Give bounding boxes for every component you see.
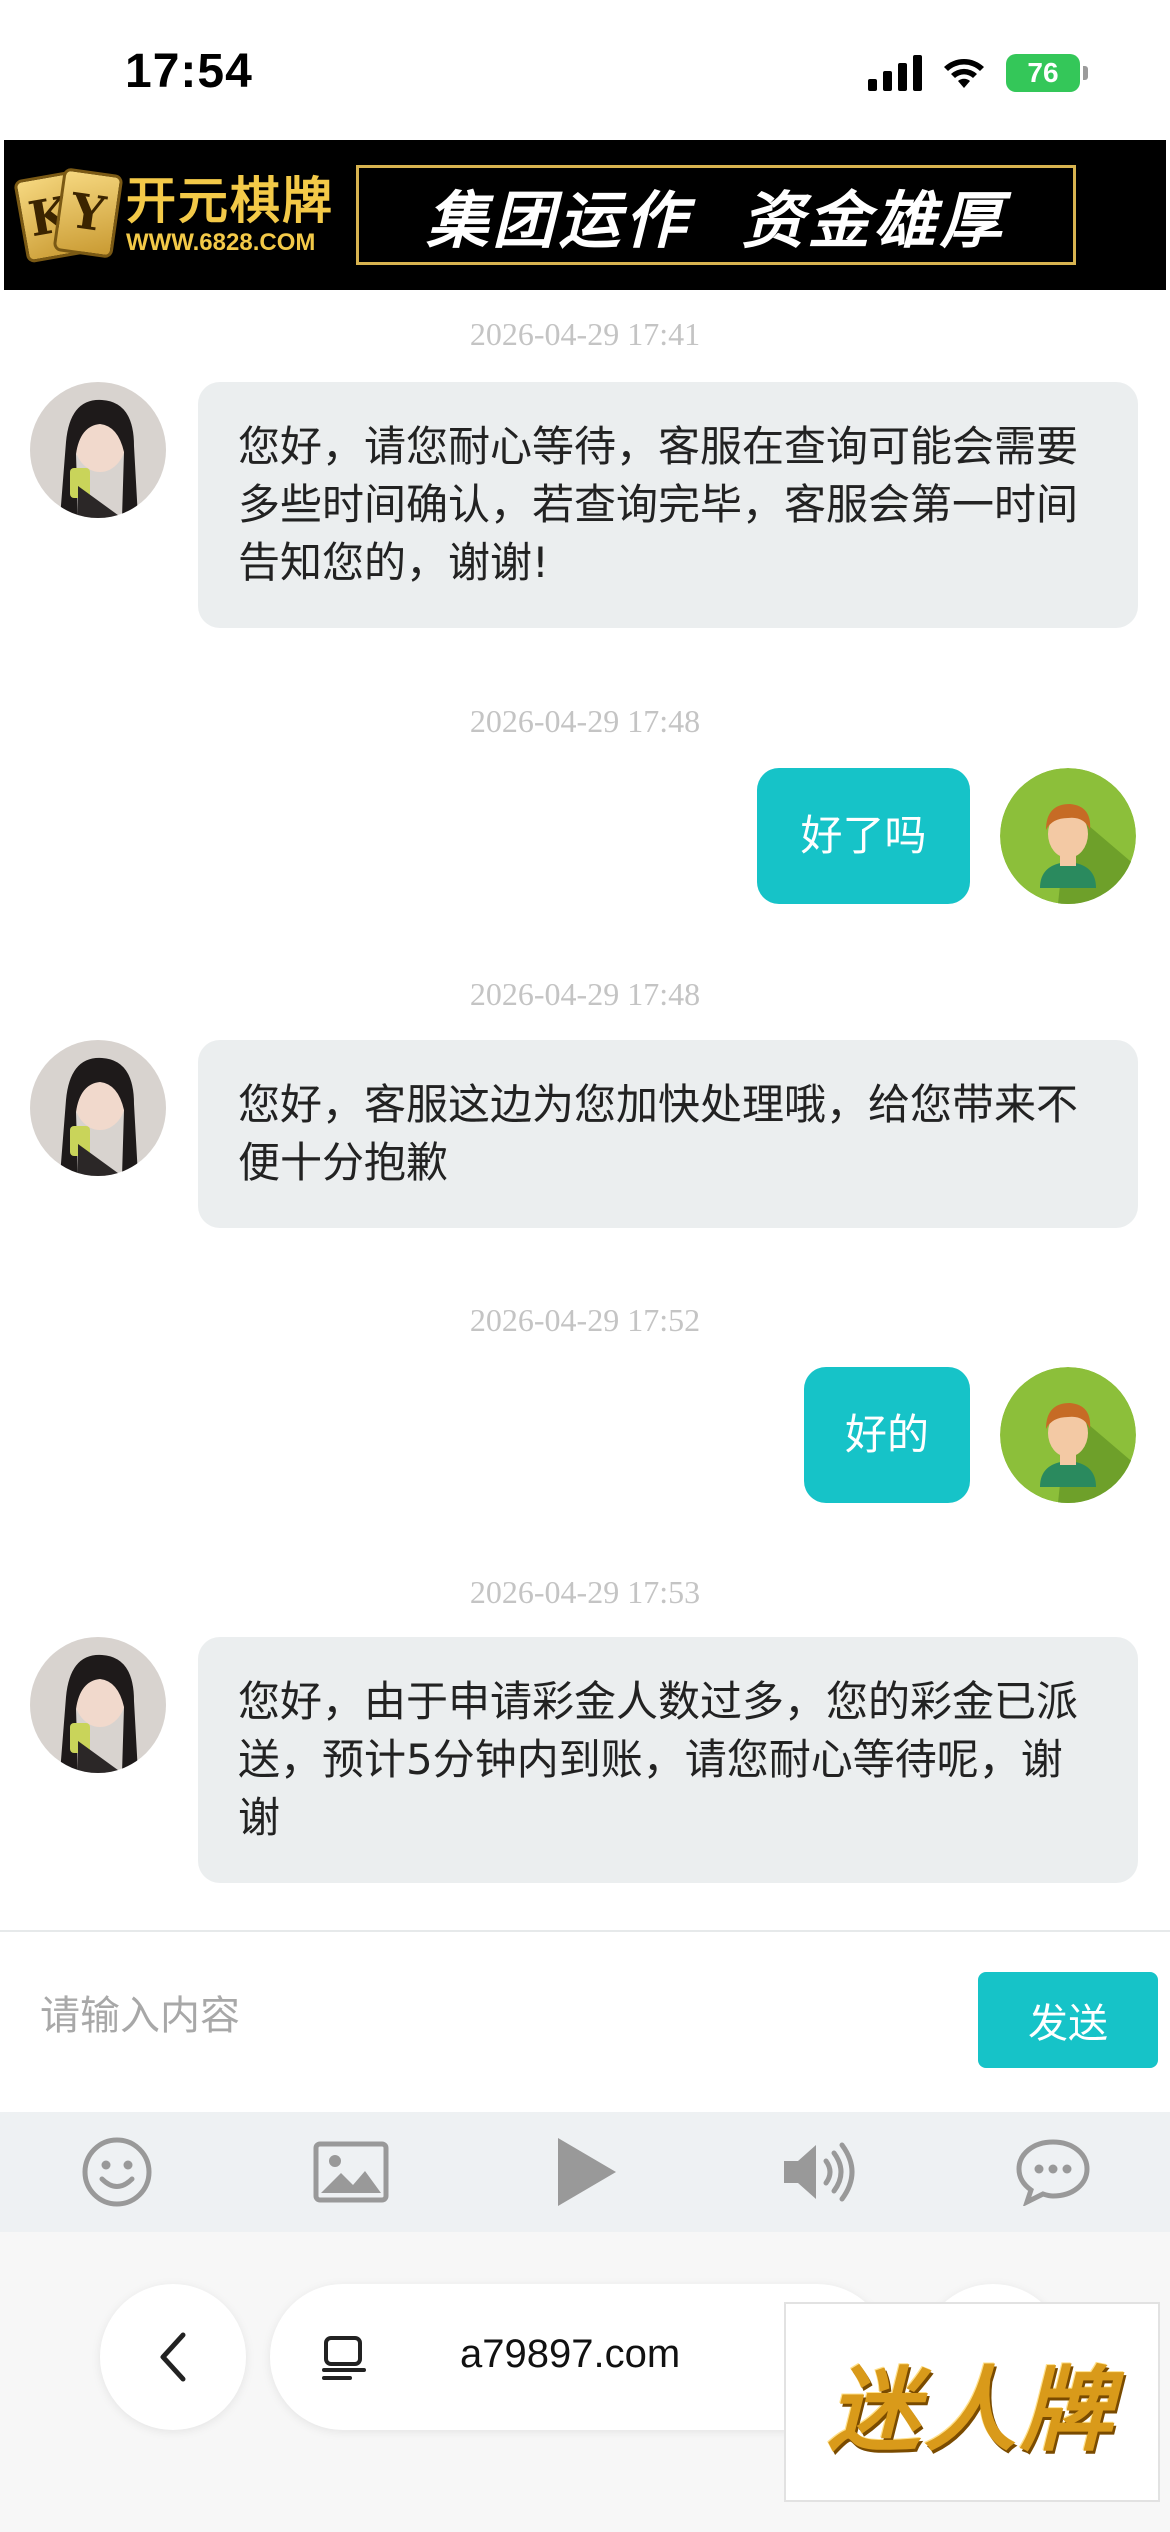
agent-avatar xyxy=(30,1637,166,1773)
ky-cards-icon: K Y xyxy=(13,167,124,264)
ky-logo: K Y 开元棋牌 WWW.6828.COM xyxy=(13,167,334,264)
user-message: 好的 xyxy=(804,1367,970,1503)
banner-slogan: 集团运作 资金雄厚 xyxy=(356,165,1076,265)
ky-card-y: Y xyxy=(52,167,124,259)
message-timestamp: 2026-04-29 17:48 xyxy=(469,976,701,1012)
chat-log[interactable]: 2026-04-29 17:41 您好，请您耐心等待，客服在查询可能会需要多些时… xyxy=(0,290,1170,1930)
agent-avatar xyxy=(30,1040,166,1176)
back-button[interactable] xyxy=(100,2284,246,2430)
message-input[interactable] xyxy=(40,1976,940,2056)
battery-icon: 76 xyxy=(1006,54,1088,92)
message-timestamp: 2026-04-29 17:41 xyxy=(469,316,701,352)
agent-message: 您好，客服这边为您加快处理哦，给您带来不便十分抱歉 xyxy=(198,1040,1138,1228)
emoji-icon[interactable] xyxy=(72,2127,162,2217)
play-icon[interactable] xyxy=(540,2127,630,2217)
composer: 发送 xyxy=(0,1930,1170,2112)
tabs-icon xyxy=(322,2336,366,2380)
ky-brand-url: WWW.6828.COM xyxy=(126,229,316,256)
promo-banner[interactable]: K Y 开元棋牌 WWW.6828.COM 集团运作 资金雄厚 xyxy=(4,140,1166,290)
chat-bubble-icon[interactable] xyxy=(1008,2127,1098,2217)
status-bar: 17:54 76 xyxy=(0,0,1170,140)
ky-brand-name: 开元棋牌 xyxy=(126,172,334,230)
message-timestamp: 2026-04-29 17:52 xyxy=(469,1302,701,1338)
user-avatar xyxy=(1000,1367,1136,1503)
wifi-icon xyxy=(944,59,984,88)
chat-toolbar xyxy=(0,2112,1170,2232)
status-icons: 76 xyxy=(868,54,1088,92)
cellular-signal-icon xyxy=(868,55,922,91)
agent-avatar xyxy=(30,382,166,518)
send-button[interactable]: 发送 xyxy=(978,1972,1158,2068)
agent-message: 您好，请您耐心等待，客服在查询可能会需要多些时间确认，若查询完毕，客服会第一时间… xyxy=(198,382,1138,628)
image-icon[interactable] xyxy=(306,2127,396,2217)
ky-logo-text: 开元棋牌 WWW.6828.COM xyxy=(126,173,334,257)
message-timestamp: 2026-04-29 17:53 xyxy=(469,1574,701,1610)
speaker-icon[interactable] xyxy=(774,2127,864,2217)
brand-overlay[interactable]: 迷人牌 xyxy=(784,2302,1160,2502)
agent-message: 您好，由于申请彩金人数过多，您的彩金已派送，预计5分钟内到账，请您耐心等待呢，谢… xyxy=(198,1637,1138,1883)
url-text: a79897.com xyxy=(460,2332,681,2376)
message-timestamp: 2026-04-29 17:48 xyxy=(469,703,701,739)
battery-level: 76 xyxy=(1027,57,1059,88)
brand-overlay-text: 迷人牌 xyxy=(827,2356,1116,2464)
status-time: 17:54 xyxy=(125,45,253,98)
user-avatar xyxy=(1000,768,1136,904)
chevron-left-icon xyxy=(160,2332,186,2382)
user-message: 好了吗 xyxy=(757,768,970,904)
